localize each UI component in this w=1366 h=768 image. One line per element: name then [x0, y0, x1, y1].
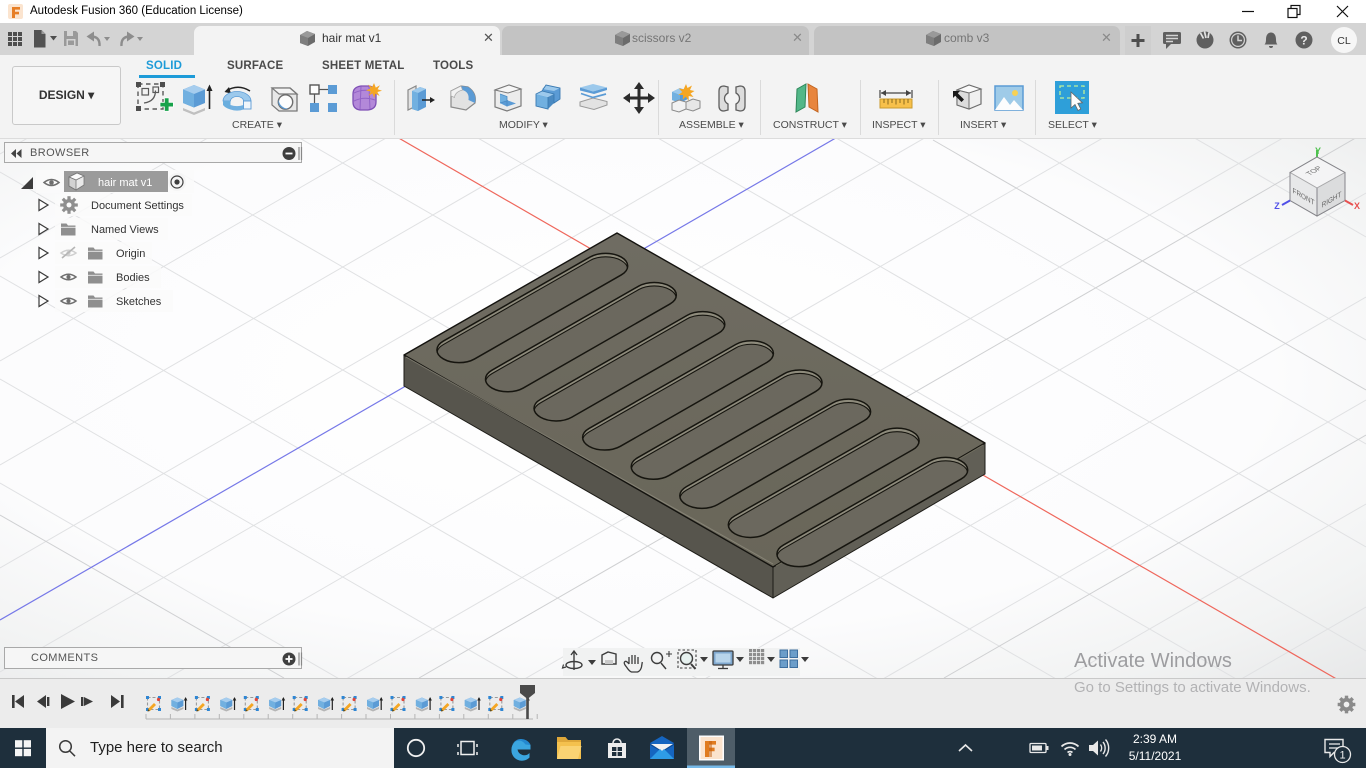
svg-text:Z: Z	[1274, 201, 1280, 211]
svg-text:CL: CL	[1337, 35, 1351, 47]
svg-text:?: ?	[1300, 34, 1307, 48]
svg-text:hair mat v1: hair mat v1	[98, 177, 152, 189]
svg-text:X: X	[1354, 201, 1360, 211]
svg-text:Y: Y	[1315, 146, 1321, 156]
svg-text:1: 1	[1339, 750, 1345, 762]
svg-text:Named Views: Named Views	[91, 224, 159, 236]
svg-text:Sketches: Sketches	[116, 296, 162, 308]
svg-text:Bodies: Bodies	[116, 272, 150, 284]
svg-text:Document Settings: Document Settings	[91, 200, 184, 212]
svg-text:Origin: Origin	[116, 248, 145, 260]
